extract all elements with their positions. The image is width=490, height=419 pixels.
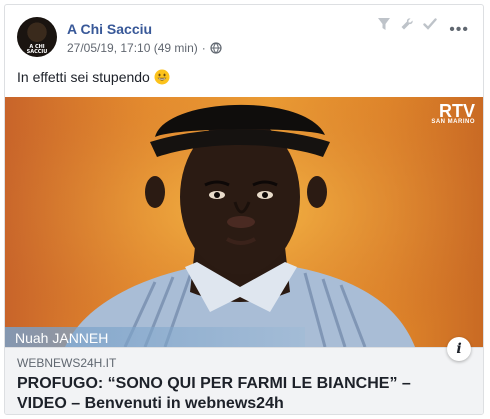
author-name[interactable]: A Chi Sacciu: [67, 21, 152, 37]
portrait-illustration: [5, 97, 483, 347]
meta-separator: ·: [201, 41, 206, 55]
wrench-icon[interactable]: [400, 17, 414, 31]
admin-tools: [377, 17, 437, 31]
avatar-caption: A CHI SACCIU: [26, 44, 48, 55]
grinning-face-icon: [154, 69, 170, 85]
lower-third-caption: Nuah JANNEH: [5, 327, 305, 347]
post-header: A CHI SACCIU A Chi Sacciu 27/05/19, 17:1…: [17, 17, 471, 61]
link-preview-image[interactable]: RTV SAN MARINO Nuah JANNEH: [5, 97, 483, 347]
check-icon[interactable]: [423, 17, 437, 31]
post-text: In effetti sei stupendo: [17, 69, 170, 85]
link-title[interactable]: PROFUGO: “SONO QUI PER FARMI LE BIANCHE”…: [17, 374, 457, 414]
channel-logo-text: RTV: [439, 101, 475, 121]
post-message: In effetti sei stupendo: [17, 69, 150, 85]
more-options-icon[interactable]: •••: [449, 22, 469, 38]
timestamp[interactable]: 27/05/19, 17:10 (49 min): [67, 41, 198, 55]
filter-icon[interactable]: [377, 17, 391, 31]
avatar[interactable]: A CHI SACCIU: [17, 17, 57, 57]
channel-logo: RTV SAN MARINO: [431, 101, 475, 126]
post-card: A CHI SACCIU A Chi Sacciu 27/05/19, 17:1…: [4, 4, 484, 415]
channel-logo-subtext: SAN MARINO: [431, 119, 475, 125]
post-meta: 27/05/19, 17:10 (49 min) ·: [67, 41, 222, 55]
link-domain: WEBNEWS24H.IT: [17, 356, 117, 370]
link-preview[interactable]: WEBNEWS24H.IT PROFUGO: “SONO QUI PER FAR…: [5, 347, 483, 414]
globe-icon[interactable]: [210, 42, 222, 54]
info-icon[interactable]: i: [447, 337, 471, 361]
